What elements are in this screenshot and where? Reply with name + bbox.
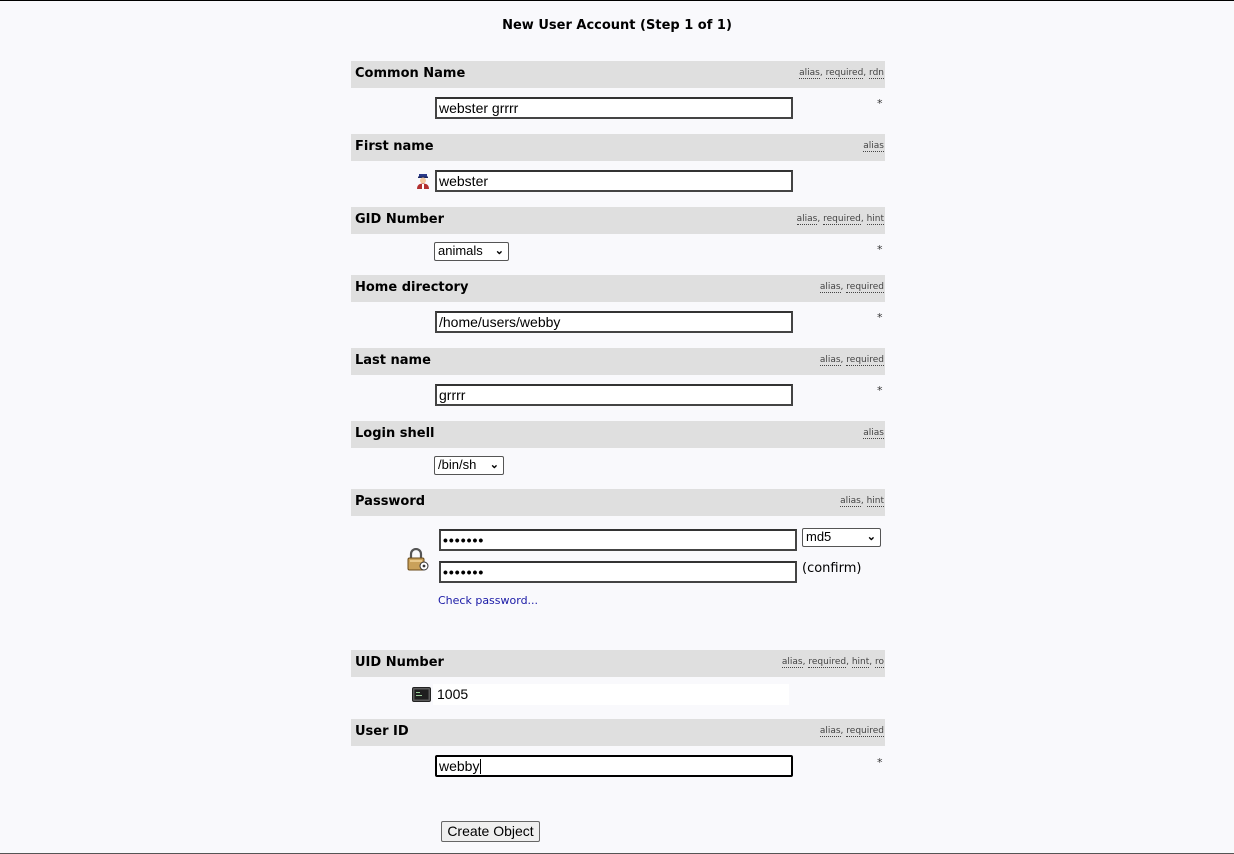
- terminal-icon: [412, 687, 431, 706]
- last-name-label: Last name: [355, 353, 431, 368]
- page: New User Account (Step 1 of 1) Common Na…: [0, 0, 1234, 854]
- create-object-button[interactable]: Create Object: [441, 821, 540, 842]
- home-directory-input[interactable]: /home/users/webby: [435, 311, 793, 333]
- login-shell-select[interactable]: /bin/sh ⌄: [434, 456, 504, 475]
- password-hash-select[interactable]: md5 ⌄: [802, 528, 881, 547]
- text-caret: [480, 759, 482, 774]
- meta-required[interactable]: required: [825, 68, 864, 79]
- gid-number-header: GID Number alias, required, hint: [351, 207, 885, 234]
- home-directory-required-star: *: [877, 311, 883, 324]
- last-name-header: Last name alias, required: [351, 348, 885, 375]
- first-name-header: First name alias: [351, 134, 885, 161]
- password-header: Password alias, hint: [351, 489, 885, 516]
- home-directory-label: Home directory: [355, 280, 469, 295]
- lock-icon: [407, 547, 429, 576]
- meta-required[interactable]: required: [808, 657, 847, 668]
- gid-number-select[interactable]: animals ⌄: [434, 242, 509, 261]
- password-label: Password: [355, 494, 426, 509]
- meta-required[interactable]: required: [846, 282, 884, 293]
- password-confirm-label: (confirm): [802, 561, 862, 576]
- user-id-meta: alias, required: [819, 726, 884, 737]
- login-shell-header: Login shell alias: [351, 421, 885, 448]
- meta-alias[interactable]: alias: [840, 496, 861, 507]
- uid-number-header: UID Number alias, required, hint, ro: [351, 650, 885, 677]
- login-shell-label: Login shell: [355, 426, 435, 441]
- meta-rdn[interactable]: rdn: [869, 68, 884, 79]
- page-title: New User Account (Step 1 of 1): [502, 18, 732, 33]
- last-name-input[interactable]: grrrr: [435, 384, 793, 406]
- last-name-required-star: *: [877, 384, 883, 397]
- password-meta: alias, hint: [840, 496, 884, 507]
- login-shell-meta: alias: [863, 428, 884, 439]
- first-name-input[interactable]: webster: [435, 170, 793, 192]
- password-hash-selected: md5: [806, 529, 832, 544]
- meta-alias[interactable]: alias: [781, 657, 803, 668]
- meta-alias[interactable]: alias: [799, 68, 820, 79]
- meta-alias[interactable]: alias: [819, 726, 841, 737]
- user-id-value: webby: [439, 758, 480, 774]
- user-id-required-star: *: [877, 756, 883, 769]
- check-password-link[interactable]: Check password...: [438, 594, 538, 607]
- meta-alias[interactable]: alias: [863, 141, 884, 152]
- meta-hint[interactable]: hint: [851, 657, 870, 668]
- gid-number-selected: animals: [438, 243, 483, 258]
- meta-alias[interactable]: alias: [819, 355, 841, 366]
- first-name-label: First name: [355, 139, 434, 154]
- home-directory-header: Home directory alias, required: [351, 275, 885, 302]
- meta-alias[interactable]: alias: [819, 282, 841, 293]
- gid-number-meta: alias, required, hint: [796, 214, 884, 225]
- meta-required[interactable]: required: [846, 726, 884, 737]
- meta-alias[interactable]: alias: [863, 428, 884, 439]
- last-name-meta: alias, required: [819, 355, 884, 366]
- chevron-down-icon: ⌄: [489, 459, 499, 471]
- chevron-down-icon: ⌄: [494, 245, 504, 257]
- meta-hint[interactable]: hint: [866, 214, 884, 225]
- meta-required[interactable]: required: [823, 214, 861, 225]
- password-confirm-input[interactable]: •••••••: [439, 561, 797, 583]
- user-id-input[interactable]: webby: [435, 755, 793, 777]
- gid-number-required-star: *: [877, 243, 883, 256]
- login-shell-selected: /bin/sh: [438, 457, 477, 472]
- user-icon: [416, 173, 430, 193]
- first-name-meta: alias: [863, 141, 884, 152]
- uid-number-value: 1005: [433, 684, 789, 705]
- uid-number-label: UID Number: [355, 655, 444, 670]
- common-name-label: Common Name: [355, 66, 466, 81]
- meta-ro[interactable]: ro: [874, 657, 884, 668]
- user-id-label: User ID: [355, 724, 409, 739]
- gid-number-label: GID Number: [355, 212, 445, 227]
- meta-required[interactable]: required: [846, 355, 884, 366]
- meta-alias[interactable]: alias: [796, 214, 818, 225]
- meta-hint[interactable]: hint: [866, 496, 884, 507]
- password-input[interactable]: •••••••: [439, 529, 797, 551]
- common-name-input[interactable]: webster grrrr: [435, 97, 793, 119]
- common-name-required-star: *: [877, 97, 883, 110]
- uid-number-meta: alias, required, hint, ro: [781, 657, 884, 668]
- common-name-header: Common Name alias, required, rdn: [351, 61, 885, 88]
- user-id-header: User ID alias, required: [351, 719, 885, 746]
- home-directory-meta: alias, required: [819, 282, 884, 293]
- chevron-down-icon: ⌄: [866, 531, 876, 543]
- common-name-meta: alias, required, rdn: [799, 68, 884, 79]
